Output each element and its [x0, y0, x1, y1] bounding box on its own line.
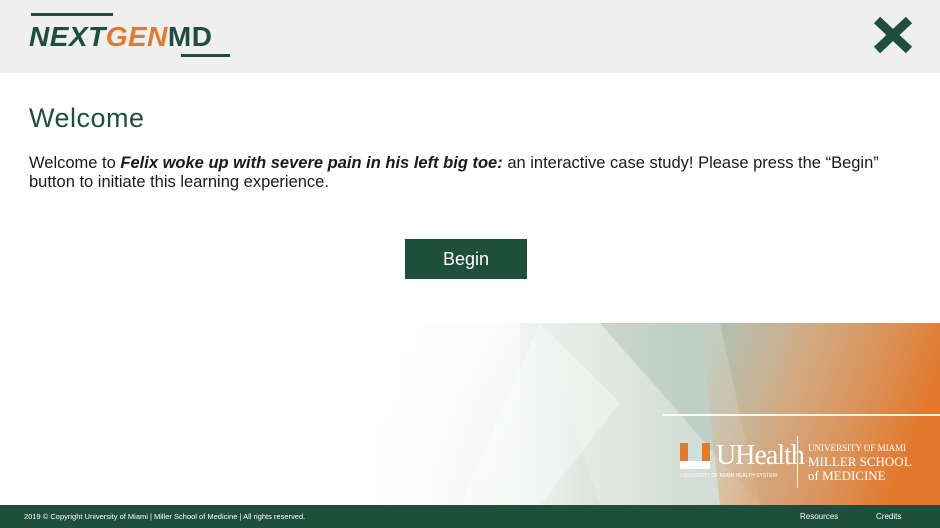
logo-wordmark: NEXTGENMD	[29, 21, 212, 53]
um-medicine-label: of MEDICINE	[808, 468, 886, 483]
logo-bottom-bar	[181, 54, 230, 57]
logo-top-bar	[31, 13, 113, 16]
uhealth-wordmark: UHealth	[716, 440, 805, 471]
case-title: Felix woke up with severe pain in his le…	[120, 154, 503, 172]
page-title: Welcome	[29, 103, 145, 133]
intro-text: Welcome to Felix woke up with severe pai…	[29, 154, 909, 192]
logo-part-next: NEXT	[29, 21, 106, 52]
close-button[interactable]	[868, 12, 918, 58]
logo-part-gen: GEN	[105, 21, 168, 52]
decorative-banner: UHealth UNIVERSITY OF MIAMI HEALTH SYSTE…	[0, 323, 940, 505]
uhealth-subtitle: UNIVERSITY OF MIAMI HEALTH SYSTEM	[680, 473, 777, 479]
um-university-label: UNIVERSITY OF MIAMI	[808, 443, 907, 453]
resources-link[interactable]: Resources	[800, 512, 838, 521]
logo-part-md: MD	[167, 21, 213, 52]
header-bar: NEXTGENMD	[0, 0, 940, 73]
copyright-text: 2019 © Copyright University of Miami | M…	[24, 512, 306, 521]
begin-button[interactable]: Begin	[405, 239, 527, 279]
nextgenmd-logo: NEXTGENMD	[29, 10, 231, 60]
credits-link[interactable]: Credits	[876, 512, 901, 521]
close-x-icon	[873, 16, 913, 54]
intro-prefix: Welcome to	[29, 154, 121, 172]
logo-separator	[797, 436, 798, 488]
footer-bar: 2019 © Copyright University of Miami | M…	[0, 505, 940, 528]
banner-divider-line	[662, 414, 940, 416]
